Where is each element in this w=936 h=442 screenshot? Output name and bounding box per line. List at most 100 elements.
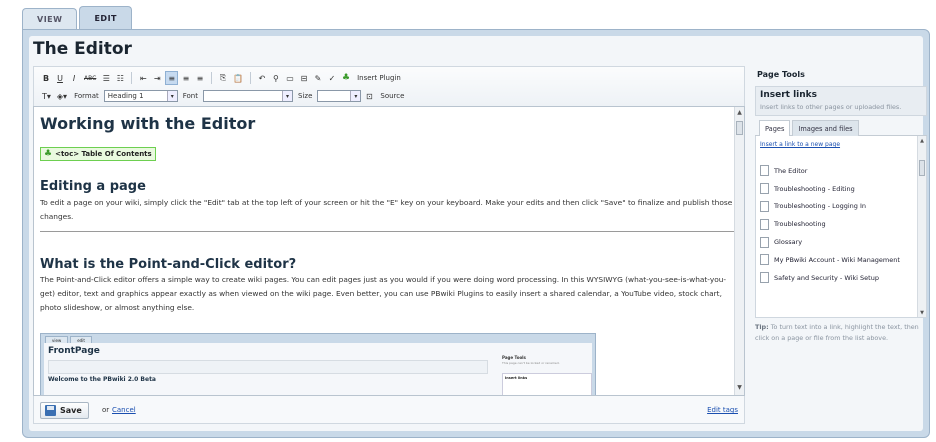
toolbar-row-1: B U I ABC ☰ ☷ ⇤ ⇥ ≡ ≡ ≡ ⎘ 📋 ↶ ⚲ ▭ ⊟ ✎ ✓ … xyxy=(40,70,404,86)
tab-edit[interactable]: EDIT xyxy=(79,6,133,30)
scroll-up-icon[interactable]: ▲ xyxy=(918,138,926,144)
embedded-insert-links: Insert links xyxy=(502,373,592,395)
horizontal-rule-icon[interactable]: ⊟ xyxy=(298,71,310,85)
save-label: Save xyxy=(60,406,82,415)
paste-icon[interactable]: 📋 xyxy=(231,71,245,85)
page-icon xyxy=(760,236,769,248)
image-icon[interactable]: ▭ xyxy=(284,71,296,85)
size-select[interactable]: ▾ xyxy=(317,90,362,102)
undo-icon[interactable]: ↶ xyxy=(256,71,268,85)
scroll-thumb[interactable] xyxy=(919,160,925,176)
list-item[interactable]: Glossary xyxy=(760,233,914,251)
editor-bottom-bar: Save or Cancel Edit tags xyxy=(33,396,745,424)
insert-links-title: Insert links xyxy=(760,90,818,100)
tab-view[interactable]: VIEW xyxy=(22,8,78,30)
content-heading-1: Working with the Editor xyxy=(40,114,256,133)
save-button[interactable]: Save xyxy=(40,402,89,419)
toolbar-divider xyxy=(211,72,213,84)
insert-new-page-link[interactable]: Insert a link to a new page xyxy=(760,141,840,148)
page-tools-sidebar: Page Tools Insert links Insert links to … xyxy=(755,66,927,426)
copy-icon[interactable]: ⎘ xyxy=(217,71,229,85)
underline-button[interactable]: U xyxy=(54,71,66,85)
align-left-icon[interactable]: ≡ xyxy=(165,71,179,85)
link-icon[interactable]: ⚲ xyxy=(270,71,282,85)
chevron-down-icon: ▾ xyxy=(350,91,361,101)
scroll-thumb[interactable] xyxy=(736,121,743,135)
plugin-icon: ♣ xyxy=(44,149,53,159)
list-item[interactable]: Troubleshooting - Editing xyxy=(760,180,914,198)
chevron-down-icon: ▾ xyxy=(166,91,177,101)
source-icon[interactable]: ⊡ xyxy=(363,89,375,103)
text-color-icon[interactable]: T▾ xyxy=(40,89,53,103)
list-item-label: The Editor xyxy=(774,166,808,175)
editor-scrollbar[interactable]: ▲ ▼ xyxy=(734,107,744,395)
page-list: The Editor Troubleshooting - Editing Tro… xyxy=(760,162,914,287)
list-item-label: Safety and Security - Wiki Setup xyxy=(774,273,879,282)
tip-text: Tip: To turn text into a link, highlight… xyxy=(755,322,927,344)
indent-icon[interactable]: ⇥ xyxy=(151,71,163,85)
toc-plugin[interactable]: ♣ <toc> Table Of Contents xyxy=(40,147,156,161)
scroll-down-icon[interactable]: ▼ xyxy=(735,384,744,393)
numbered-list-icon[interactable]: ☰ xyxy=(100,71,112,85)
embedded-title: FrontPage xyxy=(48,346,100,356)
or-text: or xyxy=(102,406,110,414)
list-item[interactable]: Safety and Security - Wiki Setup xyxy=(760,269,914,287)
font-select[interactable]: ▾ xyxy=(203,90,293,102)
content-heading-editing: Editing a page xyxy=(40,179,146,194)
italic-button[interactable]: I xyxy=(68,71,80,85)
list-item-label: Troubleshooting xyxy=(774,220,826,229)
list-item[interactable]: Troubleshooting - Logging In xyxy=(760,198,914,216)
bullet-list-icon[interactable]: ☷ xyxy=(114,71,126,85)
size-label: Size xyxy=(298,92,313,100)
list-item[interactable]: Troubleshooting xyxy=(760,215,914,233)
list-item-label: Troubleshooting - Editing xyxy=(774,184,855,193)
align-center-icon[interactable]: ≡ xyxy=(180,71,192,85)
content-heading-point-and-click: What is the Point-and-Click editor? xyxy=(40,257,297,272)
edit-panel: The Editor B U I ABC ☰ ☷ ⇤ ⇥ ≡ ≡ ≡ ⎘ 📋 ↶… xyxy=(22,29,930,438)
insert-plugin-button[interactable]: Insert Plugin xyxy=(357,74,401,82)
eraser-icon[interactable]: ✎ xyxy=(312,71,324,85)
page-icon xyxy=(760,200,769,212)
format-select[interactable]: Heading 1 ▾ xyxy=(103,90,178,102)
toolbar-divider xyxy=(249,72,251,84)
scroll-up-icon[interactable]: ▲ xyxy=(735,109,744,118)
insert-links-subtitle: Insert links to other pages or uploaded … xyxy=(760,103,902,111)
scroll-down-icon[interactable]: ▼ xyxy=(918,310,926,316)
page-tools-title: Page Tools xyxy=(757,70,805,79)
page-list-scrollbar[interactable]: ▲ ▼ xyxy=(917,136,926,317)
chevron-down-icon: ▾ xyxy=(282,91,292,101)
page-title: The Editor xyxy=(33,39,132,59)
list-item-label: Troubleshooting - Logging In xyxy=(774,202,866,211)
strikethrough-button[interactable]: ABC xyxy=(82,71,98,85)
cancel-link[interactable]: Cancel xyxy=(112,406,136,414)
list-item[interactable]: My PBwiki Account - Wiki Management xyxy=(760,251,914,269)
horizontal-rule xyxy=(40,231,734,232)
edit-tags-link[interactable]: Edit tags xyxy=(707,406,738,414)
page-icon xyxy=(760,218,769,230)
content-paragraph-editing: To edit a page on your wiki, simply clic… xyxy=(40,198,733,221)
format-select-value: Heading 1 xyxy=(107,92,144,100)
source-button[interactable]: Source xyxy=(380,92,404,100)
tab-pages[interactable]: Pages xyxy=(759,120,791,136)
page-icon xyxy=(760,254,769,266)
outdent-icon[interactable]: ⇤ xyxy=(137,71,149,85)
page-icon xyxy=(760,272,769,284)
highlight-color-icon[interactable]: ◈▾ xyxy=(55,89,69,103)
align-right-icon[interactable]: ≡ xyxy=(194,71,206,85)
bold-button[interactable]: B xyxy=(40,71,52,85)
editor-content-area[interactable]: Working with the Editor ♣ <toc> Table Of… xyxy=(33,106,745,396)
tip-body: To turn text into a link, highlight the … xyxy=(755,323,919,342)
page-icon xyxy=(760,183,769,195)
spellcheck-icon[interactable]: ✓ xyxy=(326,71,338,85)
page-icon xyxy=(760,165,769,177)
toolbar-row-2: T▾ ◈▾ Format Heading 1 ▾ Font ▾ Size ▾ ⊡… xyxy=(40,88,407,104)
embedded-toolbar xyxy=(48,360,488,374)
floppy-disk-icon xyxy=(45,405,56,416)
list-item[interactable]: The Editor xyxy=(760,162,914,180)
plugin-icon[interactable]: ♣ xyxy=(340,71,352,85)
embedded-heading: Welcome to the PBwiki 2.0 Beta xyxy=(48,376,156,383)
tip-label: Tip: xyxy=(755,323,769,331)
embedded-panel: FrontPage Welcome to the PBwiki 2.0 Beta… xyxy=(44,343,592,395)
list-item-label: My PBwiki Account - Wiki Management xyxy=(774,255,900,264)
tab-images-and-files[interactable]: Images and files xyxy=(792,120,859,136)
